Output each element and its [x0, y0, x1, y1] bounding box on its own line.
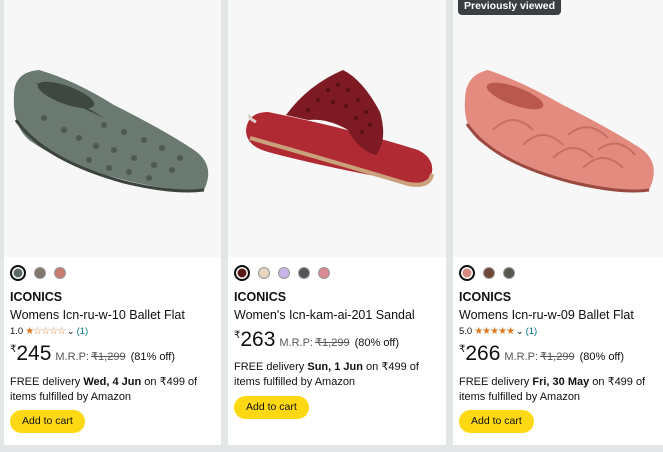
previously-viewed-badge: Previously viewed [458, 0, 562, 15]
delivery-info: FREE delivery Wed, 4 Jun on ₹499 of item… [10, 375, 221, 405]
product-image[interactable] [4, 0, 221, 257]
delivery-prefix: FREE delivery [234, 361, 308, 373]
chevron-down-icon[interactable]: ⌄ [67, 326, 75, 337]
delivery-info: FREE delivery Sun, 1 Jun on ₹499 of item… [234, 360, 446, 390]
price-row: ₹ 245 M.R.P: ₹1,299 (81% off) [10, 342, 175, 366]
color-swatch-selected[interactable] [234, 265, 250, 281]
brand-name: ICONICS [234, 290, 287, 304]
product-title[interactable]: Womens Icn-ru-w-10 Ballet Flat [10, 308, 185, 322]
color-swatch[interactable] [298, 267, 310, 279]
rating[interactable]: 5.0 ★★★★★ ⌄ (1) [459, 326, 537, 337]
chevron-down-icon[interactable]: ⌄ [516, 326, 524, 337]
color-swatch-selected[interactable] [459, 265, 475, 281]
mrp-label: M.R.P: [279, 337, 314, 349]
discount: (81% off) [130, 351, 176, 363]
price: 245 [16, 342, 52, 365]
mrp-price: ₹1,299 [315, 337, 350, 349]
ballet-flat-peach-image [464, 70, 654, 193]
color-swatch[interactable] [318, 267, 330, 279]
currency-symbol: ₹ [459, 344, 466, 355]
rating-count[interactable]: (1) [77, 326, 89, 337]
delivery-date: Sun, 1 Jun [307, 361, 363, 373]
price: 263 [240, 328, 276, 351]
delivery-date: Wed, 4 Jun [83, 376, 142, 388]
color-swatch[interactable] [278, 267, 290, 279]
rating-value: 5.0 [459, 326, 473, 337]
product-image[interactable] [228, 0, 446, 257]
color-swatches [10, 264, 66, 282]
delivery-date: Fri, 30 May [532, 376, 590, 388]
add-to-cart-button[interactable]: Add to cart [234, 396, 309, 419]
color-swatch[interactable] [54, 267, 66, 279]
ballet-flat-grey-image [13, 70, 209, 193]
product-title[interactable]: Womens Icn-ru-w-09 Ballet Flat [459, 308, 634, 322]
mrp-label: M.R.P: [504, 351, 539, 363]
delivery-prefix: FREE delivery [459, 376, 533, 388]
rating-count[interactable]: (1) [526, 326, 538, 337]
product-title[interactable]: Women's Icn-kam-ai-201 Sandal [234, 308, 415, 322]
currency-symbol: ₹ [10, 344, 17, 355]
rating[interactable]: 1.0 ★☆☆☆☆ ⌄ (1) [10, 326, 88, 337]
rating-value: 1.0 [10, 326, 24, 337]
mrp-label: M.R.P: [55, 351, 90, 363]
delivery-prefix: FREE delivery [10, 376, 84, 388]
sandal-maroon-image [246, 70, 434, 187]
color-swatch[interactable] [34, 267, 46, 279]
add-to-cart-button[interactable]: Add to cart [10, 410, 85, 433]
delivery-info: FREE delivery Fri, 30 May on ₹499 of ite… [459, 375, 663, 405]
price-row: ₹ 266 M.R.P: ₹1,299 (80% off) [459, 342, 624, 366]
star-rating-icon: ★☆☆☆☆ [25, 326, 66, 337]
mrp-price: ₹1,299 [540, 351, 575, 363]
brand-name: ICONICS [459, 290, 512, 304]
discount: (80% off) [579, 351, 625, 363]
price-row: ₹ 263 M.R.P: ₹1,299 (80% off) [234, 328, 399, 352]
star-rating-icon: ★★★★★ [474, 326, 515, 337]
mrp-price: ₹1,299 [91, 351, 126, 363]
discount: (80% off) [354, 337, 400, 349]
product-grid: ICONICS Womens Icn-ru-w-10 Ballet Flat 1… [0, 0, 663, 452]
color-swatches [234, 264, 330, 282]
product-card[interactable]: ICONICS Women's Icn-kam-ai-201 Sandal ₹ … [228, 0, 446, 445]
brand-name: ICONICS [10, 290, 63, 304]
color-swatches [459, 264, 515, 282]
color-swatch-selected[interactable] [10, 265, 26, 281]
product-card[interactable]: Previously viewed ICONICS Womens Icn-ru-… [453, 0, 663, 445]
color-swatch[interactable] [503, 267, 515, 279]
product-card[interactable]: ICONICS Womens Icn-ru-w-10 Ballet Flat 1… [4, 0, 221, 445]
product-image[interactable]: Previously viewed [453, 0, 663, 257]
price: 266 [465, 342, 501, 365]
currency-symbol: ₹ [234, 330, 241, 341]
color-swatch[interactable] [483, 267, 495, 279]
add-to-cart-button[interactable]: Add to cart [459, 410, 534, 433]
color-swatch[interactable] [258, 267, 270, 279]
